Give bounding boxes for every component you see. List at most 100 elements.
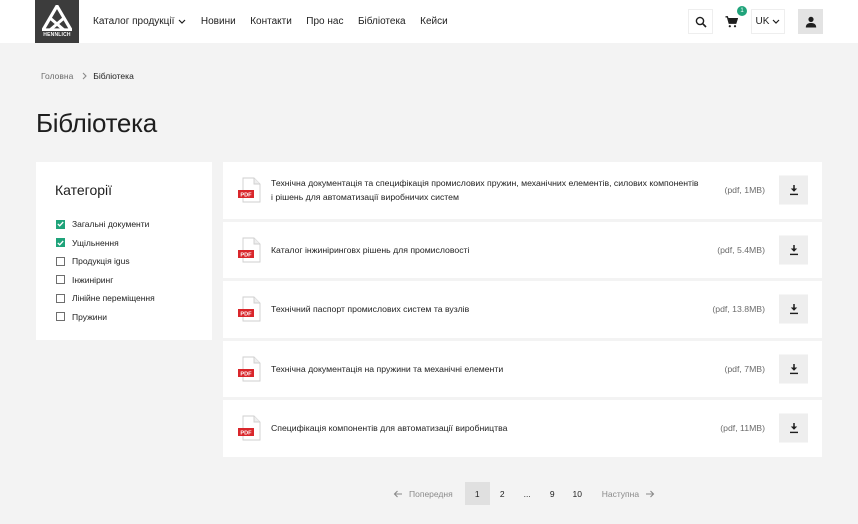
nav-item-label: Новини bbox=[200, 16, 236, 27]
document-title[interactable]: Технічний паспорт промислових систем та … bbox=[271, 302, 701, 316]
pdf-badge-text: PDF bbox=[240, 371, 252, 377]
checkmark-icon bbox=[57, 221, 64, 227]
pdf-file-icon: PDF bbox=[238, 415, 261, 441]
pdf-badge-text: PDF bbox=[240, 193, 252, 199]
chevron-down-icon bbox=[178, 19, 186, 24]
category-label: Ущільнення bbox=[72, 237, 119, 248]
checkmark-icon bbox=[57, 240, 64, 246]
nav-item-label: Бібліотека bbox=[357, 16, 406, 27]
logo[interactable]: HENNLICH bbox=[35, 0, 79, 43]
document-title[interactable]: Специфікація компонентів для автоматизац… bbox=[271, 421, 701, 435]
category-checkbox[interactable] bbox=[56, 275, 65, 285]
document-row: PDF Технічна документація на пружини та м… bbox=[223, 340, 822, 397]
nav-item-contacts[interactable]: Контакти bbox=[250, 16, 292, 27]
download-icon bbox=[789, 363, 798, 374]
document-row: PDF Каталог інжиніринговх рішень для пром… bbox=[223, 221, 822, 278]
cart-icon bbox=[725, 15, 738, 27]
nav-item-label: Каталог продукції bbox=[93, 16, 175, 27]
pagination-prev-label: Попередня bbox=[409, 488, 453, 499]
document-meta: (pdf, 13.8MB) bbox=[712, 304, 765, 315]
category-item[interactable]: Ущільнення bbox=[56, 234, 155, 253]
account-button[interactable] bbox=[798, 9, 823, 34]
pdf-file-icon: PDF bbox=[238, 356, 261, 382]
pdf-file-icon: PDF bbox=[238, 237, 261, 263]
category-filter-title: Категорії bbox=[55, 182, 113, 198]
pdf-file-icon: PDF bbox=[238, 296, 261, 322]
nav-item-library[interactable]: Бібліотека bbox=[358, 16, 406, 27]
document-list: PDF Технічна документація та специфікація… bbox=[223, 162, 822, 460]
category-checkbox[interactable] bbox=[56, 238, 65, 248]
pagination: Попередня 1 2... 9 10 Наступна bbox=[393, 482, 655, 505]
category-label: Інжиніринг bbox=[72, 274, 114, 285]
nav-item-label: Кейси bbox=[420, 16, 448, 27]
nav-item-news[interactable]: Новини bbox=[201, 16, 236, 27]
category-label: Пружини bbox=[72, 311, 107, 322]
download-icon bbox=[789, 304, 798, 315]
pagination-page-button[interactable]: 10 bbox=[565, 482, 590, 505]
main-nav: Каталог продукції Новини Контакти Про на… bbox=[93, 0, 462, 43]
download-button[interactable] bbox=[779, 413, 808, 443]
pagination-page-button[interactable]: 1 bbox=[464, 482, 490, 505]
document-title[interactable]: Технічна документація та специфікація пр… bbox=[271, 176, 701, 204]
pagination-page-button[interactable]: 2 bbox=[490, 482, 515, 505]
category-label: Лінійне переміщення bbox=[72, 293, 155, 304]
category-filter-panel: Категорії Загальні документи Ущільнення Пр… bbox=[36, 162, 212, 340]
language-selector[interactable]: UK bbox=[751, 9, 785, 34]
site-header: HENNLICH Каталог продукції Новини Контак… bbox=[0, 0, 858, 43]
category-label: Продукція igus bbox=[72, 256, 130, 267]
category-checkbox[interactable] bbox=[56, 293, 65, 303]
download-button[interactable] bbox=[779, 175, 808, 205]
download-icon bbox=[789, 244, 798, 255]
nav-item-catalog[interactable]: Каталог продукції bbox=[93, 16, 186, 27]
document-meta: (pdf, 5.4MB) bbox=[717, 244, 765, 255]
nav-item-about[interactable]: Про нас bbox=[306, 16, 343, 27]
logo-mark-icon bbox=[42, 5, 72, 31]
search-button[interactable] bbox=[688, 9, 713, 34]
user-icon bbox=[805, 16, 816, 27]
chevron-right-icon bbox=[82, 72, 88, 80]
logo-text: HENNLICH bbox=[43, 32, 71, 38]
category-label: Загальні документи bbox=[72, 219, 150, 230]
pdf-file-icon: PDF bbox=[238, 177, 261, 203]
page-title: Бібліотека bbox=[36, 108, 157, 138]
document-meta: (pdf, 11MB) bbox=[720, 423, 765, 434]
category-list: Загальні документи Ущільнення Продукція ig… bbox=[56, 215, 155, 326]
category-item[interactable]: Інжиніринг bbox=[56, 271, 155, 290]
document-title[interactable]: Технічна документація на пружини та меха… bbox=[271, 362, 701, 376]
chevron-down-icon bbox=[773, 19, 780, 24]
download-button[interactable] bbox=[779, 354, 808, 384]
pagination-prev-button[interactable]: Попередня bbox=[393, 489, 453, 499]
document-meta: (pdf, 7MB) bbox=[724, 363, 765, 374]
nav-item-label: Про нас bbox=[306, 16, 344, 27]
nav-item-label: Контакти bbox=[250, 16, 292, 27]
arrow-left-icon bbox=[393, 490, 402, 497]
document-row: PDF Специфікація компонентів для автомати… bbox=[223, 400, 822, 457]
document-meta: (pdf, 1MB) bbox=[724, 185, 765, 196]
document-title[interactable]: Каталог інжиніринговх рішень для промисл… bbox=[271, 243, 701, 257]
pagination-ellipsis: ... bbox=[523, 488, 531, 499]
nav-item-cases[interactable]: Кейси bbox=[420, 16, 448, 27]
pagination-pages: 1 2... 9 10 bbox=[464, 482, 590, 505]
category-checkbox[interactable] bbox=[56, 312, 65, 322]
category-item[interactable]: Пружини bbox=[56, 308, 155, 327]
pdf-badge-text: PDF bbox=[240, 312, 252, 318]
download-button[interactable] bbox=[779, 235, 808, 265]
pagination-next-button[interactable]: Наступна bbox=[602, 489, 655, 499]
category-item[interactable]: Продукція igus bbox=[56, 252, 155, 271]
search-icon bbox=[695, 16, 707, 28]
category-checkbox[interactable] bbox=[56, 219, 65, 229]
download-icon bbox=[789, 423, 798, 434]
download-button[interactable] bbox=[779, 294, 808, 324]
arrow-right-icon bbox=[646, 490, 655, 497]
pagination-page-button[interactable]: 9 bbox=[540, 482, 565, 505]
pdf-badge-text: PDF bbox=[240, 252, 252, 258]
breadcrumb-home-link[interactable]: Головна bbox=[41, 71, 73, 81]
cart-count-badge: 1 bbox=[737, 6, 747, 16]
category-checkbox[interactable] bbox=[56, 256, 65, 266]
download-icon bbox=[789, 185, 798, 196]
document-row: PDF Технічний паспорт промислових систем … bbox=[223, 281, 822, 338]
breadcrumb: Головна Бібліотека bbox=[41, 71, 134, 81]
breadcrumb-current: Бібліотека bbox=[93, 71, 134, 81]
category-item[interactable]: Лінійне переміщення bbox=[56, 289, 155, 308]
category-item[interactable]: Загальні документи bbox=[56, 215, 155, 234]
